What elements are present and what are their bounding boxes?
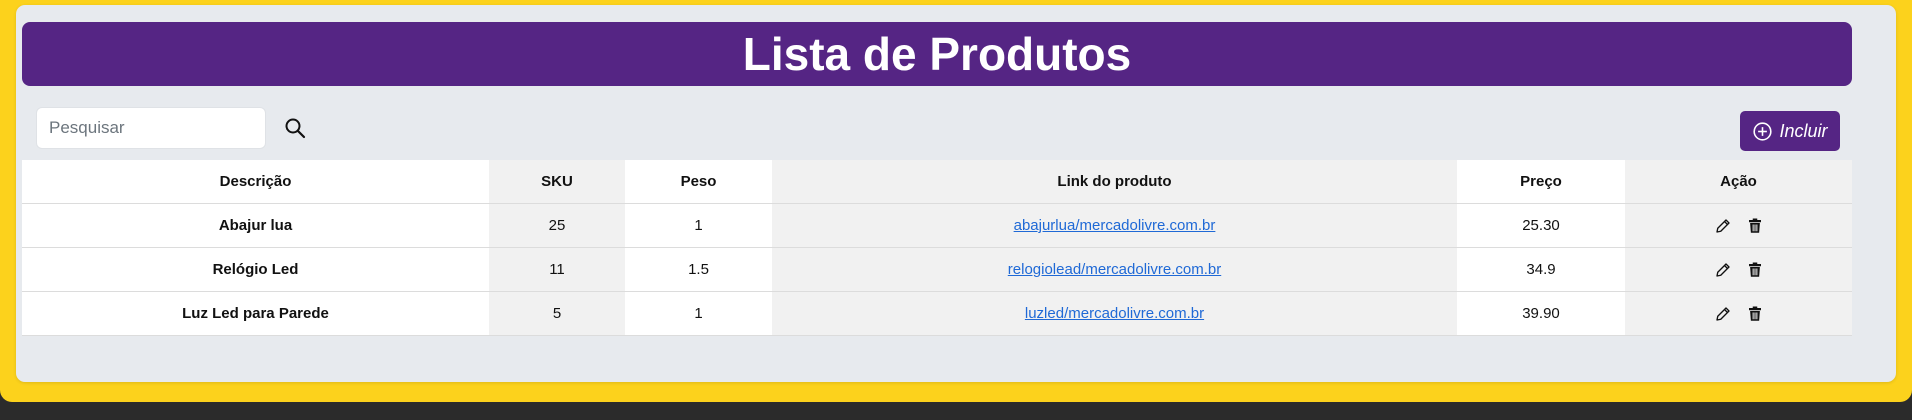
cell-acao bbox=[1625, 291, 1852, 336]
cell-sku: 5 bbox=[489, 291, 625, 336]
pencil-icon[interactable] bbox=[1714, 305, 1732, 323]
column-header-acao: Ação bbox=[1625, 160, 1852, 204]
pencil-icon[interactable] bbox=[1714, 261, 1732, 279]
cell-preco: 34.9 bbox=[1457, 247, 1625, 292]
cell-peso: 1.5 bbox=[625, 247, 772, 292]
table-row: Abajur lua 25 1 abajurlua/mercadolivre.c… bbox=[22, 203, 1852, 248]
cell-acao bbox=[1625, 203, 1852, 248]
cell-descricao: Abajur lua bbox=[22, 203, 489, 248]
column-header-peso[interactable]: Peso bbox=[625, 160, 772, 204]
trash-icon[interactable] bbox=[1746, 261, 1764, 279]
cell-peso: 1 bbox=[625, 291, 772, 336]
column-header-descricao[interactable]: Descrição bbox=[22, 160, 489, 204]
table-row: Relógio Led 11 1.5 relogiolead/mercadoli… bbox=[22, 247, 1852, 292]
column-header-preco[interactable]: Preço bbox=[1457, 160, 1625, 204]
cell-preco: 39.90 bbox=[1457, 291, 1625, 336]
page-title-text: Lista de Produtos bbox=[742, 28, 1132, 80]
page-title: Lista de Produtos bbox=[22, 22, 1852, 86]
plus-circle-icon bbox=[1753, 121, 1773, 141]
cell-descricao: Relógio Led bbox=[22, 247, 489, 292]
product-link[interactable]: luzled/mercadolivre.com.br bbox=[1025, 305, 1204, 322]
cell-peso: 1 bbox=[625, 203, 772, 248]
products-table: Descrição SKU Peso Link do produto Preço… bbox=[22, 160, 1852, 336]
search-input[interactable] bbox=[36, 107, 266, 149]
cell-descricao: Luz Led para Parede bbox=[22, 291, 489, 336]
cell-link: abajurlua/mercadolivre.com.br bbox=[772, 203, 1457, 248]
cell-preco: 25.30 bbox=[1457, 203, 1625, 248]
trash-icon[interactable] bbox=[1746, 305, 1764, 323]
pencil-icon[interactable] bbox=[1714, 217, 1732, 235]
trash-icon[interactable] bbox=[1746, 217, 1764, 235]
table-row: Luz Led para Parede 5 1 luzled/mercadoli… bbox=[22, 291, 1852, 336]
cell-link: relogiolead/mercadolivre.com.br bbox=[772, 247, 1457, 292]
add-product-button[interactable]: Incluir bbox=[1740, 111, 1840, 151]
product-link[interactable]: relogiolead/mercadolivre.com.br bbox=[1008, 261, 1221, 278]
column-header-sku[interactable]: SKU bbox=[489, 160, 625, 204]
cell-link: luzled/mercadolivre.com.br bbox=[772, 291, 1457, 336]
cell-sku: 25 bbox=[489, 203, 625, 248]
table-header-row: Descrição SKU Peso Link do produto Preço… bbox=[22, 160, 1852, 204]
cell-acao bbox=[1625, 247, 1852, 292]
column-header-link[interactable]: Link do produto bbox=[772, 160, 1457, 204]
add-button-label: Incluir bbox=[1779, 120, 1828, 141]
product-link[interactable]: abajurlua/mercadolivre.com.br bbox=[1014, 217, 1216, 234]
cell-sku: 11 bbox=[489, 247, 625, 292]
search-icon[interactable] bbox=[283, 116, 307, 140]
